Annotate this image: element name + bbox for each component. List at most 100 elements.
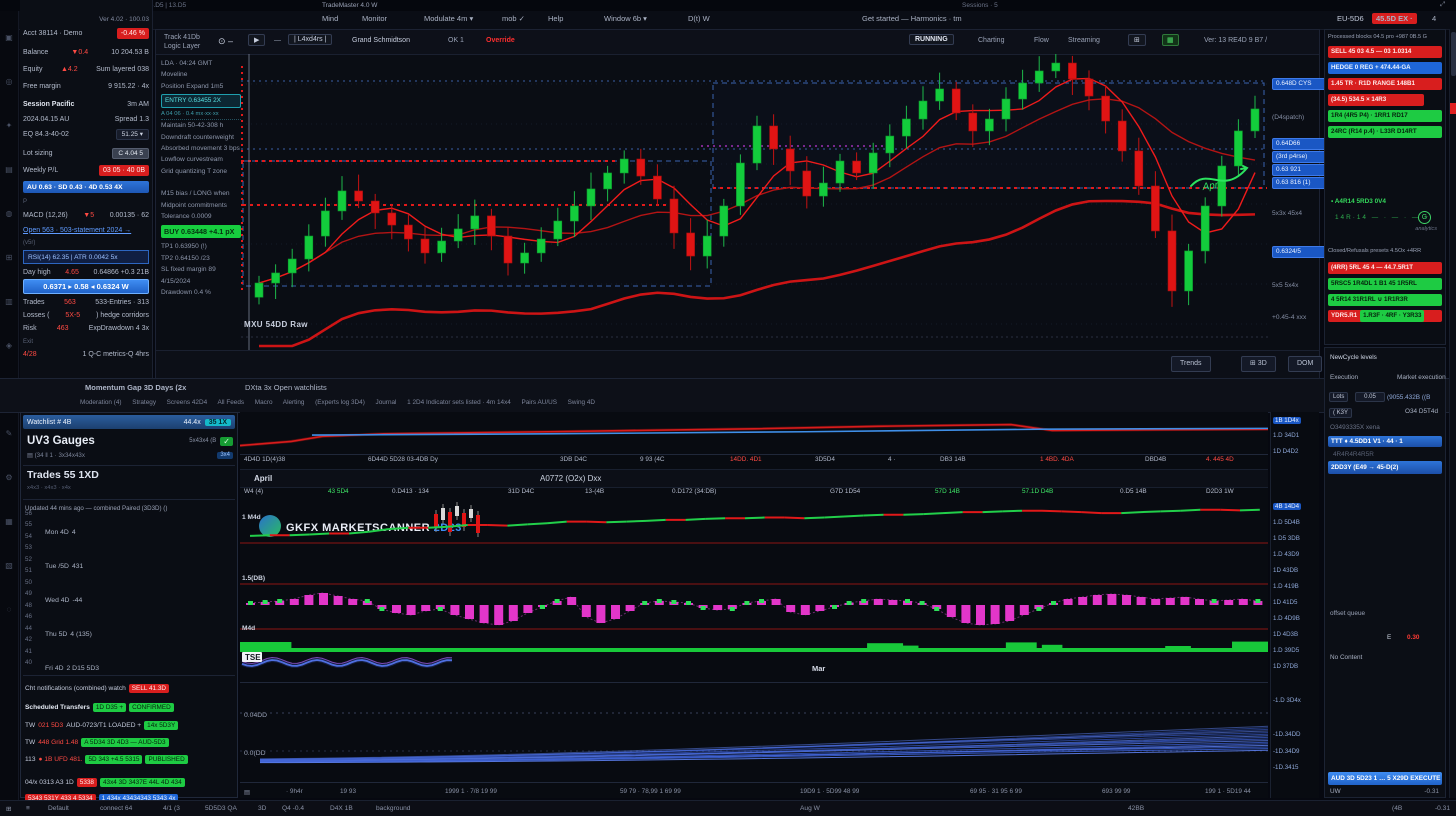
grid-icon[interactable]: ⊞ [1128, 34, 1146, 46]
account-row[interactable]: RSI(14) 62.35 | ATR 0.0042 5x [23, 250, 149, 264]
signal-row[interactable]: HEDGE 0 REG + 474.44-GA [1328, 62, 1442, 74]
signal-row[interactable]: 1.45 TR · R1D RANGE 148B1 [1328, 78, 1442, 90]
tool-icon[interactable]: ⊞ [3, 253, 15, 262]
tool-icon[interactable]: ✦ [3, 121, 15, 130]
signal-row[interactable]: 1R4 (4R5 P4) · 1RR1 RD17 [1328, 110, 1442, 122]
account-row[interactable]: Lot sizing C 4.04 5 [23, 147, 149, 159]
ribbon-chart[interactable] [240, 682, 1268, 779]
mini-chart-icon[interactable]: ▦ [1162, 34, 1179, 46]
menu-item[interactable]: Get started — Harmonics · tm [862, 14, 962, 23]
account-row[interactable]: Equity ▲4.2 Sum layered 038 [23, 63, 149, 75]
account-row[interactable]: 2024.04.15 AU Spread 1.3 [23, 113, 149, 125]
session-strip[interactable]: 2DD3Y (E49 → 45-D(2) [1328, 461, 1442, 474]
lower-axis-label: 1.D 43D9 [1273, 551, 1299, 558]
ok-label[interactable]: OK 1 [448, 37, 464, 44]
menu-item[interactable]: Monitor [362, 14, 387, 23]
tool-icon[interactable]: ▥ [3, 297, 15, 306]
tool-icon[interactable]: ▦ [3, 517, 15, 526]
signal-row[interactable]: (4RR) 5RL 45 4 — 44.7.5R1T [1328, 262, 1442, 274]
account-row[interactable]: EQ 84.3-40-02 51.25 ▾ [23, 128, 149, 140]
execute-strip[interactable]: AUD 3D 5D23 1 … 5 X29D EXECUTE [1328, 772, 1442, 785]
indicator-value: 0.D413 · 134 [392, 488, 429, 495]
account-row[interactable]: Open 563 · 503-statement 2024 → [23, 224, 149, 236]
gauge-row[interactable]: UV3 Gauges 5x43x4 (B ✓ [27, 433, 233, 449]
flow-button[interactable]: Flow [1034, 37, 1049, 44]
tool-icon[interactable]: ▤ [3, 165, 15, 174]
override-alert[interactable]: Override [486, 37, 515, 44]
chart-footer-button[interactable]: Trends [1171, 356, 1211, 372]
alert-row[interactable]: TW 448 Grid 1.48 A 5D34 3D 4D3 — AUD-5D3 [25, 735, 234, 749]
candlestick-chart[interactable]: Apr [241, 54, 1269, 350]
period-row[interactable]: April A0772 (O2x) Dxx [240, 469, 1268, 488]
alert-row[interactable]: Scheduled Transfers 1D D35 + CONFIRMED [25, 700, 234, 714]
signal-row[interactable]: YDR5.R11.R3F · 4RF · Y3R33 [1328, 310, 1442, 322]
signal-row[interactable]: SELL 45 03 4.5 — 03 1.0314 [1328, 46, 1442, 58]
oscillator-chart[interactable]: GKFX MARKETSCANNER 2D23TSE [240, 500, 1268, 678]
execution-mode[interactable]: Market execution [1397, 374, 1446, 381]
play-button[interactable]: ▶ [248, 34, 265, 46]
right-scrollbar[interactable] [1449, 29, 1456, 798]
account-row[interactable]: 4/28 1 Q-C metrics-Q 4hrs [23, 348, 149, 360]
signal-row[interactable]: (34.5) 534.5 × 14R3 [1328, 94, 1424, 106]
streaming-button[interactable]: Streaming [1068, 37, 1100, 44]
overview-line-chart[interactable] [240, 412, 1268, 455]
account-row[interactable]: Balance ▼0.4 10 204.53 B [23, 46, 149, 58]
alert-badge[interactable]: 45.5D EX · [1372, 13, 1417, 24]
zoom-icon[interactable]: ⊙ – [218, 36, 233, 47]
menu-item[interactable]: Window 6b ▾ [604, 14, 647, 23]
account-row[interactable]: Trades 563 533-Entries · 313 [23, 296, 149, 308]
tool-icon[interactable]: ◌ [3, 605, 15, 614]
leaders-button[interactable]: | L4xd4rs | [288, 34, 332, 45]
tool-icon[interactable]: ✎ [3, 429, 15, 438]
tool-icon[interactable]: ◎ [3, 77, 15, 86]
list-item[interactable]: Wed 4D-44 [45, 595, 229, 606]
signal-row[interactable]: 5RSC5 1R4DL 1 B1 45 1R5RL [1328, 278, 1442, 290]
alert-row[interactable]: 04/x 0313 A3 1D 5338 43x4 3D 3437E 44L 4… [25, 775, 234, 789]
account-row[interactable]: (v5r) [23, 237, 149, 249]
divider-tabs-row[interactable]: Moderation (4) Strategy Screens 42D4 All… [80, 399, 595, 406]
lots-input[interactable]: 0.05 [1355, 392, 1385, 402]
account-row[interactable]: Weekly P/L 03 05 · 40 0B [23, 164, 149, 176]
menu-item[interactable]: D(t) W [688, 14, 710, 23]
alert-row[interactable]: 113 ● 1B UFD 481. 5D 343 +4.5 5315 PUBLI… [25, 752, 234, 766]
ticket-strip[interactable]: TTT ♦ 4.5DD1 V1 · 44 · 1 [1328, 436, 1442, 447]
tool-icon[interactable]: ▧ [3, 561, 15, 570]
tool-icon[interactable]: ◍ [3, 209, 15, 218]
account-row[interactable]: Free margin 9 915.22 · 4x [23, 80, 149, 92]
account-row[interactable]: MACD (12,26) ▼5 0.00135 · 62 [23, 209, 149, 221]
signal-row[interactable]: 24RC (R14 p.4) · L33R D14RT [1328, 126, 1442, 138]
chart-footer-button[interactable]: ⊞ 3D [1241, 356, 1276, 372]
menu-item[interactable]: Mind [322, 14, 338, 23]
list-item[interactable]: Fri 4D2 D15 5D3 [45, 663, 229, 674]
account-row[interactable]: Ver 4.02 · 100.03 [23, 13, 149, 25]
chart-footer-button[interactable]: DOM [1288, 356, 1322, 372]
menu-item[interactable]: mob ✓ [502, 14, 525, 23]
list-item[interactable]: Tue /5D431 [45, 561, 229, 572]
charting-button[interactable]: Charting [978, 37, 1004, 44]
list-item[interactable]: Mon 4D4 [45, 527, 229, 538]
account-row[interactable]: Risk 463 ExpDrawdown 4 3x [23, 322, 149, 334]
tool-icon[interactable]: ⚙ [3, 473, 15, 482]
account-row[interactable]: P [23, 196, 149, 208]
account-row[interactable]: Session Pacific 3m AM [23, 98, 149, 110]
account-row[interactable]: Losses ( 5X-5 ) hedge corridors [23, 309, 149, 321]
account-row[interactable]: 0.6371 ▸ 0.58 ◂ 0.6324 W [23, 279, 149, 294]
running-button[interactable]: RUNNING [909, 34, 954, 45]
account-row[interactable]: Acct 38114 · Demo -0.46 % [23, 27, 149, 39]
signal-row[interactable]: 4 5R14 31R1RL ∪ 1R1R3R [1328, 294, 1442, 306]
tool-icon[interactable]: ◈ [3, 341, 15, 350]
menu-item[interactable]: Modulate 4m ▾ [424, 14, 473, 23]
account-row[interactable]: AU 0.63 · SD 0.43 · 4D 0.53 4X [23, 181, 149, 193]
tool-icon[interactable]: ▣ [3, 33, 15, 42]
alert-row[interactable]: TW 021 5D3 AUD-0723/T1 LOADED + 14x 5D3Y [25, 718, 234, 732]
price-field[interactable]: (9055.432B ((B [1387, 394, 1430, 401]
alert-row[interactable]: Cht notifications (combined) watch SELL … [25, 681, 234, 695]
chips-row[interactable]: ▤ (34 ‖ 1 · 3x34x43x 3x4 [27, 452, 233, 459]
menu-item[interactable]: Help [548, 14, 563, 23]
account-row[interactable]: Day high 4.65 0.64866 +0.3 21B [23, 266, 149, 278]
scrollbar-thumb[interactable] [1451, 32, 1456, 76]
watchlist-header[interactable]: Watchlist # 4B 44.4x 35 1X [23, 415, 235, 429]
expand-icon[interactable]: ⤢ [1440, 1, 1445, 9]
list-item[interactable]: Thu 5D4 (135) [45, 629, 229, 640]
account-row[interactable]: Exit [23, 336, 149, 348]
